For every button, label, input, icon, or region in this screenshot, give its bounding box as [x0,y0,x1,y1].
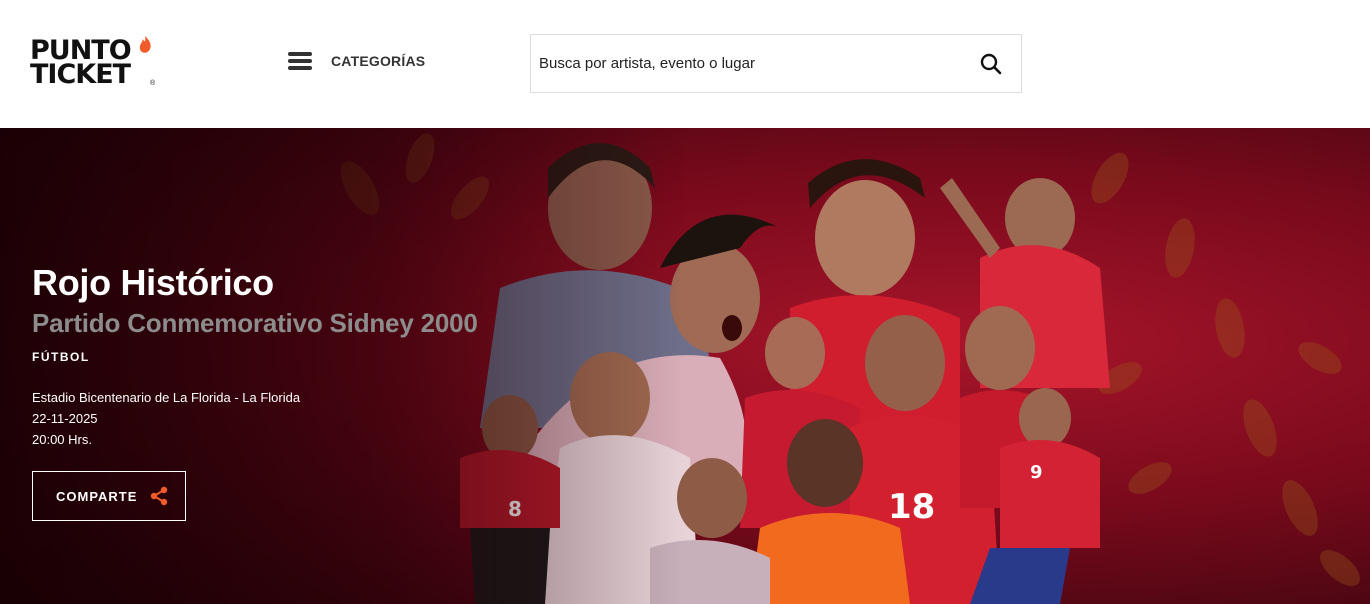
event-hero-banner: 8 18 9 Rojo Histórico Partido Conmemorat… [0,128,1370,604]
event-subtitle: Partido Conmemorativo Sidney 2000 [32,308,478,338]
flame-icon [139,36,151,53]
hamburger-icon [288,50,312,72]
search-input[interactable] [539,35,959,92]
event-title: Rojo Histórico [32,262,274,303]
event-category: FÚTBOL [32,350,90,364]
categories-menu-button[interactable]: CATEGORÍAS [288,50,425,72]
share-label: COMPARTE [56,488,138,504]
hero-gradient-overlay [0,128,1370,604]
puntoticket-logo[interactable]: PUNTO TICKET ® [30,36,160,92]
site-header: PUNTO TICKET ® CATEGORÍAS [0,0,1370,128]
logo-text-line2: TICKET [30,59,131,90]
categories-label: CATEGORÍAS [331,53,426,69]
share-button[interactable]: COMPARTE [32,471,186,521]
search-icon[interactable] [979,52,1003,76]
event-venue: Estadio Bicentenario de La Florida - La … [32,390,301,405]
event-time: 20:00 Hrs. [32,432,92,447]
search-bar [530,34,1022,93]
share-icon [151,486,168,506]
event-date: 22-11-2025 [32,411,98,426]
registered-mark: ® [150,80,156,87]
